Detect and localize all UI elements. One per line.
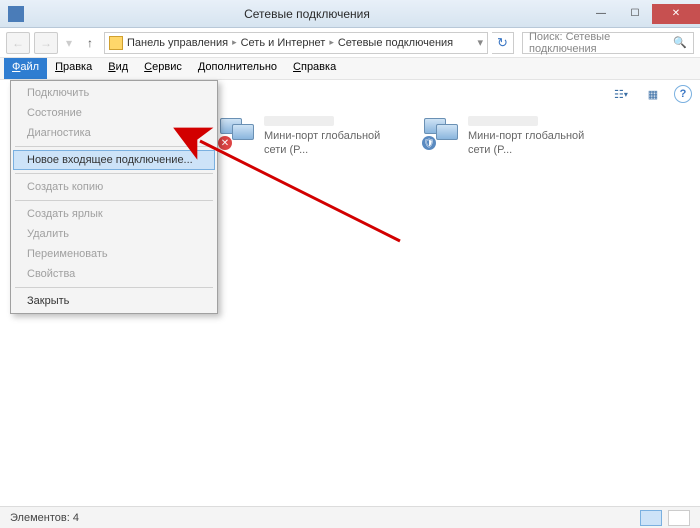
file-menu-dropdown: Подключить Состояние Диагностика Новое в… (10, 80, 218, 314)
connection-desc: Мини-порт глобальной сети (P... (468, 129, 608, 157)
connection-desc: Мини-порт глобальной сети (P... (264, 129, 404, 157)
menu-item-new-incoming-connection[interactable]: Новое входящее подключение... (13, 150, 215, 170)
menu-edit[interactable]: Правка (47, 58, 100, 79)
view-mode-button[interactable]: ☷ ▾ (610, 85, 632, 103)
menubar: Файл Правка Вид Сервис Дополнительно Спр… (0, 58, 700, 80)
menu-item-connect[interactable]: Подключить (13, 83, 215, 103)
menu-view[interactable]: Вид (100, 58, 136, 79)
search-placeholder: Поиск: Сетевые подключения (529, 31, 673, 55)
address-row: ← → ▾ ↑ Панель управления ▸ Сеть и Интер… (0, 28, 700, 58)
layout-button[interactable]: ▦ (642, 85, 664, 103)
menu-divider (15, 287, 213, 288)
connection-item[interactable]: 🛡 Мини-порт глобальной сети (P... (422, 116, 608, 157)
network-icon: ✕ (218, 116, 258, 150)
menu-item-diagnostics[interactable]: Диагностика (13, 123, 215, 143)
address-bar[interactable]: Панель управления ▸ Сеть и Интернет ▸ Се… (104, 32, 488, 54)
menu-advanced[interactable]: Дополнительно (190, 58, 285, 79)
back-button[interactable]: ← (6, 32, 30, 54)
menu-divider (15, 200, 213, 201)
disabled-mark-icon: ✕ (218, 136, 232, 150)
search-input[interactable]: Поиск: Сетевые подключения 🔍 (522, 32, 694, 54)
view-details-button[interactable] (640, 510, 662, 526)
menu-item-status[interactable]: Состояние (13, 103, 215, 123)
connection-name (264, 116, 334, 126)
badge-icon: 🛡 (422, 136, 436, 150)
menu-item-copy[interactable]: Создать копию (13, 177, 215, 197)
address-dropdown-icon[interactable]: ▾ (477, 36, 483, 49)
titlebar: Сетевые подключения — ☐ ✕ (0, 0, 700, 28)
window-controls: — ☐ ✕ (584, 4, 700, 24)
forward-button[interactable]: → (34, 32, 58, 54)
folder-icon (109, 36, 123, 50)
app-icon (8, 6, 24, 22)
maximize-button[interactable]: ☐ (618, 4, 652, 24)
history-dropdown[interactable]: ▾ (62, 32, 76, 54)
breadcrumb-part[interactable]: Панель управления (127, 37, 228, 49)
menu-item-close[interactable]: Закрыть (13, 291, 215, 311)
menu-tools[interactable]: Сервис (136, 58, 190, 79)
up-button[interactable]: ↑ (80, 33, 100, 53)
help-button[interactable]: ? (674, 85, 692, 103)
refresh-button[interactable]: ↻ (492, 32, 514, 54)
menu-item-shortcut[interactable]: Создать ярлык (13, 204, 215, 224)
menu-help[interactable]: Справка (285, 58, 344, 79)
breadcrumb-part[interactable]: Сетевые подключения (338, 37, 453, 49)
search-icon: 🔍 (673, 36, 687, 49)
window-title: Сетевые подключения (30, 7, 584, 21)
menu-item-delete[interactable]: Удалить (13, 224, 215, 244)
breadcrumb-sep: ▸ (232, 37, 237, 48)
view-icons-button[interactable] (668, 510, 690, 526)
menu-item-properties[interactable]: Свойства (13, 264, 215, 284)
menu-file[interactable]: Файл (4, 58, 47, 79)
connection-name (468, 116, 538, 126)
menu-item-rename[interactable]: Переименовать (13, 244, 215, 264)
status-bar: Элементов: 4 (0, 506, 700, 528)
minimize-button[interactable]: — (584, 4, 618, 24)
status-text: Элементов: 4 (10, 512, 79, 524)
menu-divider (15, 146, 213, 147)
close-button[interactable]: ✕ (652, 4, 700, 24)
breadcrumb-part[interactable]: Сеть и Интернет (241, 37, 326, 49)
menu-divider (15, 173, 213, 174)
breadcrumb-sep: ▸ (329, 37, 334, 48)
network-icon: 🛡 (422, 116, 462, 150)
connection-item[interactable]: ✕ Мини-порт глобальной сети (P... (218, 116, 404, 157)
